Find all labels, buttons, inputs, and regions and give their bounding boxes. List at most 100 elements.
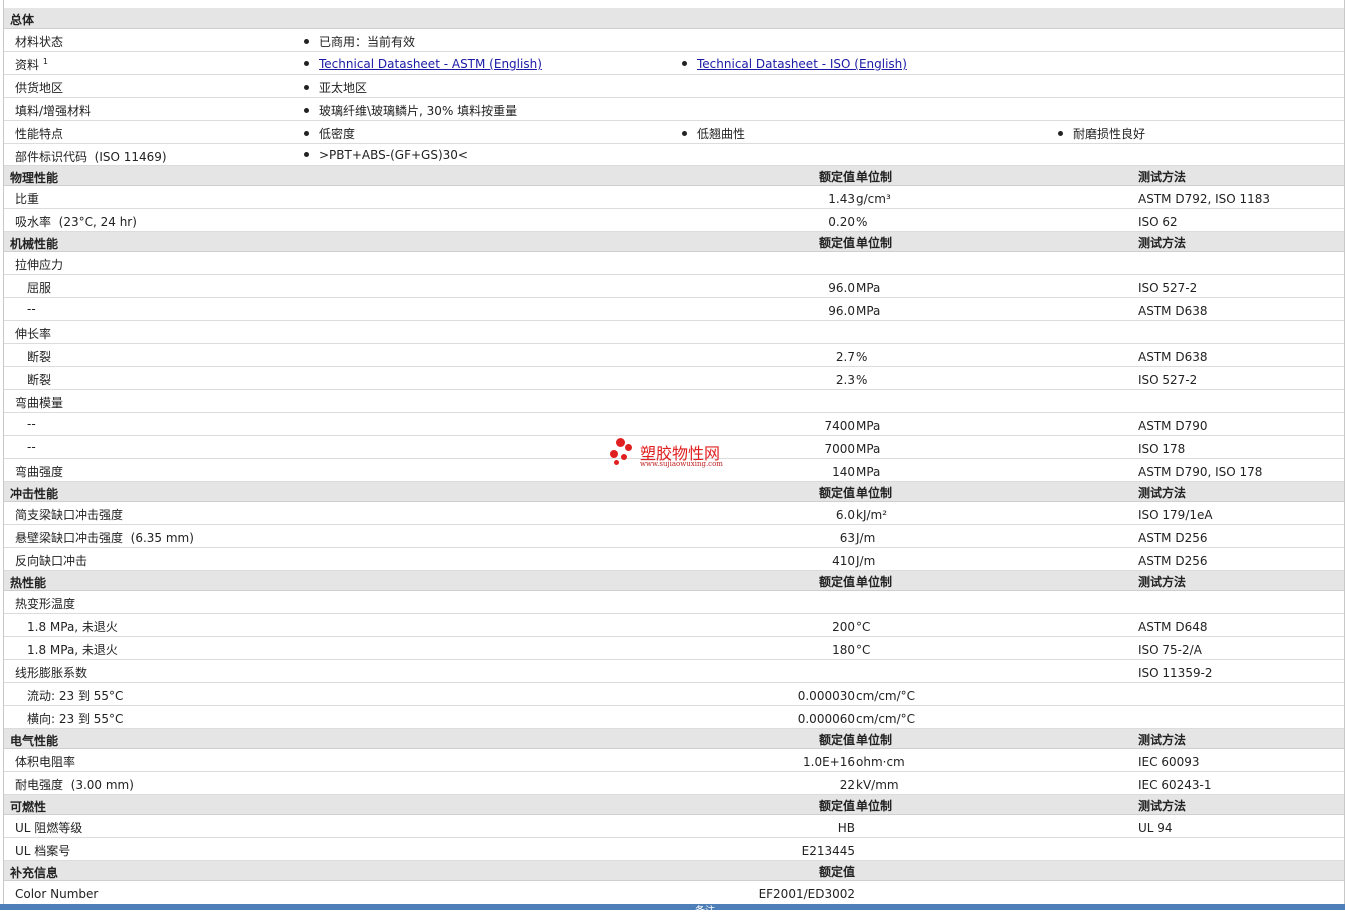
iso-datasheet-link[interactable]: Technical Datasheet - ISO (English) — [682, 57, 907, 71]
section-title: 总体 — [10, 13, 35, 27]
test-method: ISO 178 — [1138, 442, 1186, 456]
property-unit: MPa — [856, 304, 881, 318]
property-label: 比重 — [15, 192, 40, 206]
bullet-icon — [304, 108, 309, 113]
property-value: 2.3 — [835, 373, 855, 387]
property-unit: % — [856, 215, 868, 229]
property-unit: MPa — [856, 442, 881, 456]
test-method: IEC 60093 — [1138, 755, 1200, 769]
bullet-icon — [1058, 131, 1063, 136]
section-header-electrical: 电气性能 额定值 单位制 测试方法 — [4, 729, 1344, 749]
property-label: 屈服 — [27, 281, 52, 295]
property-label: 热变形温度 — [15, 597, 76, 611]
watermark-url: www.sujiaowuxing.com — [640, 460, 723, 468]
bullet-icon — [304, 61, 309, 66]
section-header-general: 总体 — [4, 8, 1344, 29]
col-header-nominal: 额定值 — [818, 799, 855, 813]
test-method: ASTM D648 — [1138, 620, 1208, 634]
table-row: 热变形温度 — [4, 591, 1344, 614]
table-row: 耐电强度 (3.00 mm) 22 kV/mm IEC 60243-1 — [4, 772, 1344, 795]
section-title: 可燃性 — [10, 800, 47, 814]
property-value: 200 — [832, 620, 855, 634]
property-label: 吸水率 (23°C, 24 hr) — [15, 215, 137, 229]
property-label: 1.8 MPa, 未退火 — [27, 620, 118, 634]
property-unit: cm/cm/°C — [856, 689, 916, 703]
col-header-method: 测试方法 — [1138, 170, 1187, 184]
property-value: 1.43 — [828, 192, 855, 206]
table-row: 1.8 MPa, 未退火 180 °C ISO 75-2/A — [4, 637, 1344, 660]
property-label: UL 档案号 — [15, 844, 71, 858]
property-unit: kV/mm — [856, 778, 899, 792]
property-unit: °C — [856, 643, 871, 657]
property-unit: MPa — [856, 281, 881, 295]
test-method: ISO 179/1eA — [1138, 508, 1213, 522]
property-label: 流动: 23 到 55°C — [27, 689, 124, 703]
test-method: ASTM D638 — [1138, 304, 1208, 318]
notes-header-bar: 备注 — [0, 904, 1345, 917]
property-unit: MPa — [856, 465, 881, 479]
table-row: UL 阻燃等级 HB UL 94 — [4, 815, 1344, 838]
bullet-icon — [304, 131, 309, 136]
property-label: 资料 1 — [15, 57, 48, 72]
col-header-method: 测试方法 — [1138, 575, 1187, 589]
property-value: E213445 — [801, 844, 855, 858]
table-row: 横向: 23 到 55°C 0.000060 cm/cm/°C — [4, 706, 1344, 729]
property-value: 63 — [839, 531, 855, 545]
test-method: ASTM D792, ISO 1183 — [1138, 192, 1271, 206]
table-row: 流动: 23 到 55°C 0.000030 cm/cm/°C — [4, 683, 1344, 706]
property-unit: % — [856, 373, 868, 387]
test-method: ASTM D256 — [1138, 554, 1208, 568]
test-method: ISO 527-2 — [1138, 281, 1198, 295]
table-row: 线形膨胀系数 ISO 11359-2 — [4, 660, 1344, 683]
row-region: 供货地区 亚太地区 — [4, 75, 1344, 98]
row-filler: 填料/增强材料 玻璃纤维\玻璃鳞片, 30% 填料按重量 — [4, 98, 1344, 121]
section-title: 物理性能 — [10, 171, 59, 185]
col-header-unit: 单位制 — [856, 170, 893, 184]
col-header-unit: 单位制 — [856, 236, 893, 250]
property-value: 96.0 — [828, 281, 855, 295]
test-method: ASTM D256 — [1138, 531, 1208, 545]
table-row: 吸水率 (23°C, 24 hr) 0.20 % ISO 62 — [4, 209, 1344, 232]
property-label: 供货地区 — [15, 81, 64, 95]
test-method: ISO 62 — [1138, 215, 1178, 229]
property-label: -- — [27, 417, 36, 431]
test-method: ASTM D790 — [1138, 419, 1208, 433]
table-row: -- 7400 MPa ASTM D790 — [4, 413, 1344, 436]
table-row: 反向缺口冲击 410 J/m ASTM D256 — [4, 548, 1344, 571]
property-label: 部件标识代码 (ISO 11469) — [15, 150, 167, 164]
col-header-method: 测试方法 — [1138, 799, 1187, 813]
property-value: >PBT+ABS-(GF+GS)30< — [304, 148, 468, 162]
table-row: UL 档案号 E213445 — [4, 838, 1344, 861]
row-documents: 资料 1 Technical Datasheet - ASTM (English… — [4, 52, 1344, 75]
property-value: 7000 — [824, 442, 855, 456]
section-header-physical: 物理性能 额定值 单位制 测试方法 — [4, 166, 1344, 186]
section-header-flammability: 可燃性 额定值 单位制 测试方法 — [4, 795, 1344, 815]
astm-datasheet-link[interactable]: Technical Datasheet - ASTM (English) — [304, 57, 542, 71]
property-unit: kJ/m² — [856, 508, 888, 522]
property-label: 线形膨胀系数 — [15, 666, 88, 680]
property-label: 弯曲强度 — [15, 465, 64, 479]
table-row: 断裂 2.3 % ISO 527-2 — [4, 367, 1344, 390]
col-header-method: 测试方法 — [1138, 236, 1187, 250]
table-row: 体积电阻率 1.0E+16 ohm·cm IEC 60093 — [4, 749, 1344, 772]
property-unit: MPa — [856, 419, 881, 433]
section-header-supplemental: 补充信息 额定值 — [4, 861, 1344, 881]
property-value: 1.0E+16 — [803, 755, 855, 769]
property-label: UL 阻燃等级 — [15, 821, 83, 835]
section-title: 冲击性能 — [10, 487, 59, 501]
test-method: ASTM D638 — [1138, 350, 1208, 364]
test-method: IEC 60243-1 — [1138, 778, 1212, 792]
bullet-icon — [682, 61, 687, 66]
property-unit: ohm·cm — [856, 755, 905, 769]
test-method: ASTM D790, ISO 178 — [1138, 465, 1263, 479]
property-value: HB — [837, 821, 855, 835]
property-label: 体积电阻率 — [15, 755, 76, 769]
table-row: 断裂 2.7 % ASTM D638 — [4, 344, 1344, 367]
property-value: 玻璃纤维\玻璃鳞片, 30% 填料按重量 — [304, 102, 517, 119]
property-unit: cm/cm/°C — [856, 712, 916, 726]
property-label: 耐电强度 (3.00 mm) — [15, 778, 134, 792]
property-label: 弯曲模量 — [15, 396, 64, 410]
row-material-status: 材料状态 已商用：当前有效 — [4, 29, 1344, 52]
property-value: 耐磨损性良好 — [1058, 125, 1145, 142]
property-label: 性能特点 — [15, 127, 64, 141]
